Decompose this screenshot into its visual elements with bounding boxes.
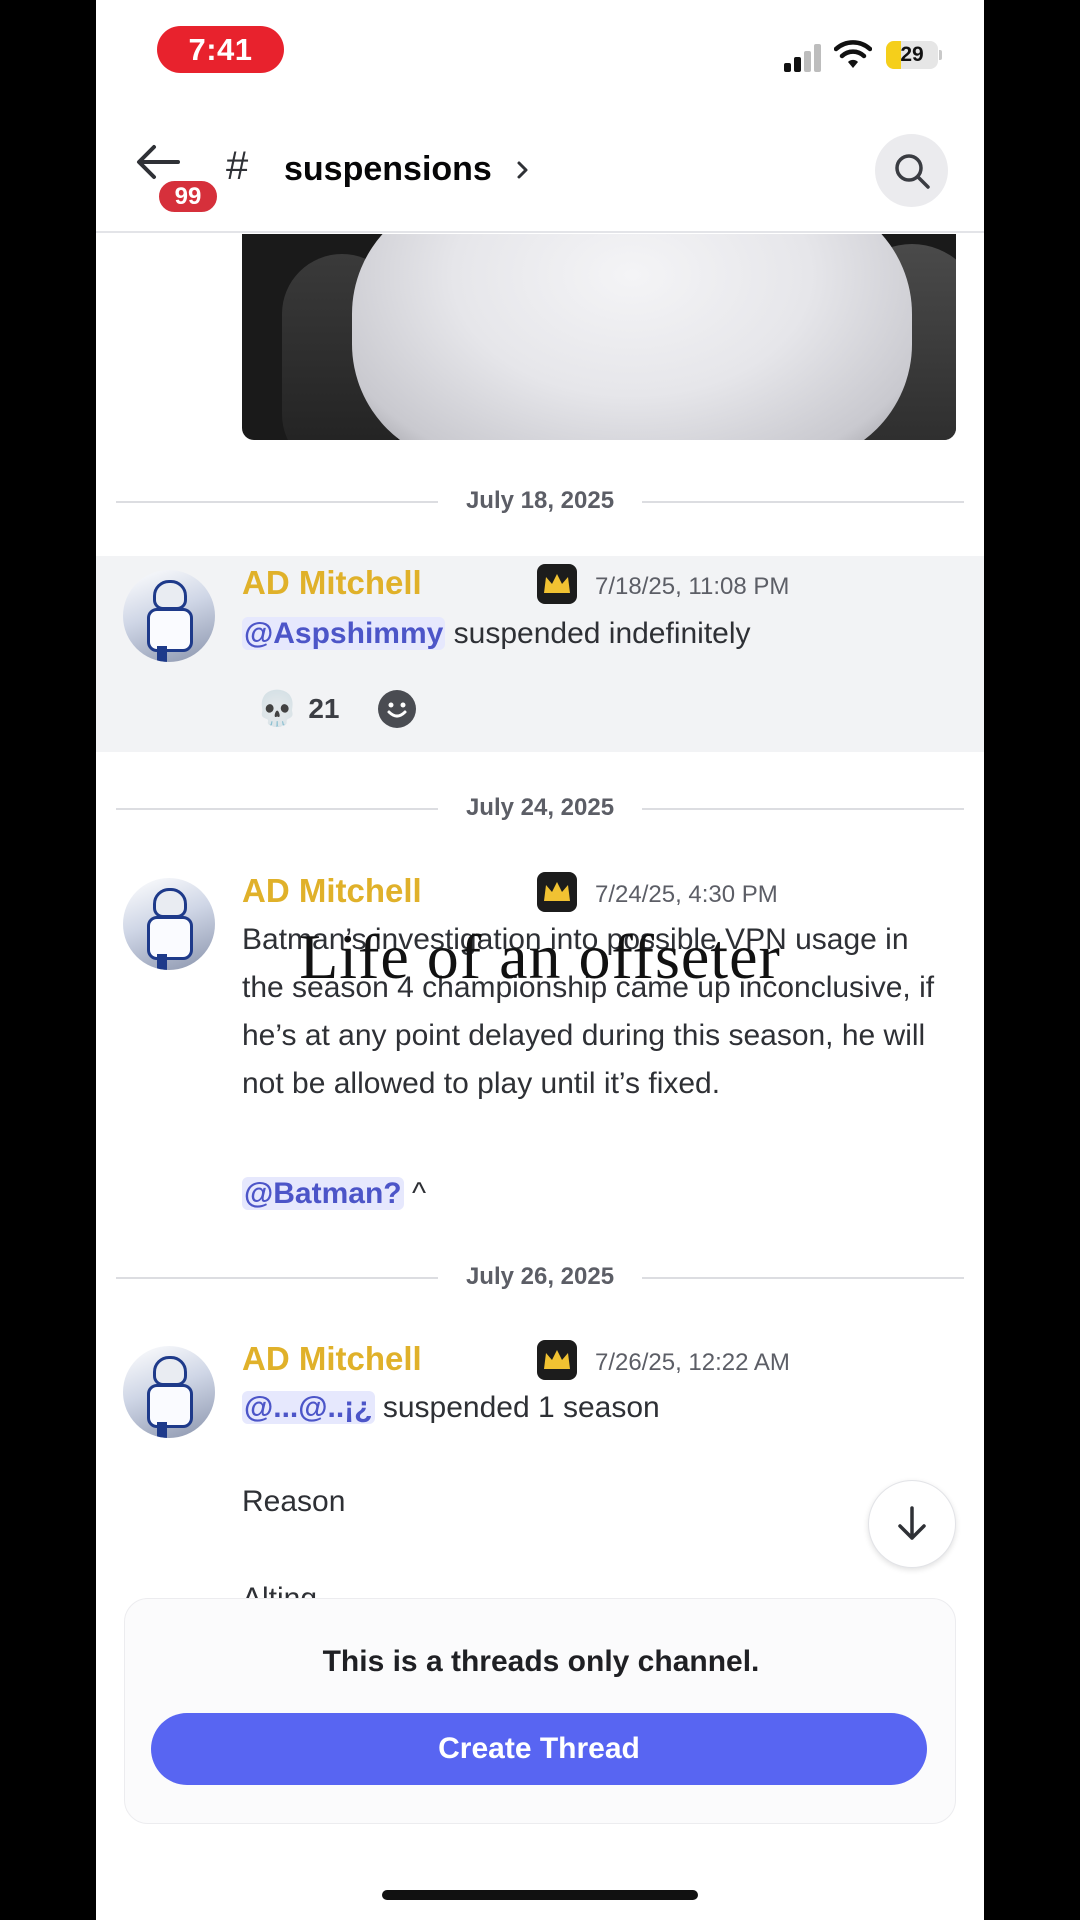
home-indicator[interactable] <box>382 1890 698 1900</box>
search-icon <box>894 153 930 189</box>
arrow-down-icon <box>898 1506 926 1540</box>
status-bar: 7:41 29 <box>96 0 984 100</box>
crown-icon <box>537 872 577 912</box>
date-divider: July 24, 2025 <box>116 793 964 823</box>
battery-icon: 29 <box>886 41 942 69</box>
author-name[interactable]: AD Mitchell <box>242 872 422 910</box>
message-item[interactable]: AD Mitchell 7/26/25, 12:22 AM @...@..¡¿ … <box>96 1334 984 1594</box>
user-mention[interactable]: @...@..¡¿ <box>242 1391 375 1424</box>
chevron-right-icon[interactable] <box>514 156 532 184</box>
create-thread-button[interactable]: Create Thread <box>151 1713 927 1785</box>
avatar[interactable] <box>123 570 215 662</box>
crown-icon <box>537 1340 577 1380</box>
threads-only-notice: This is a threads only channel. <box>322 1645 760 1678</box>
reason-label: Reason <box>242 1485 346 1518</box>
hash-icon: # <box>226 144 249 188</box>
message-text: suspended 1 season <box>374 1391 660 1424</box>
reaction-count: 21 <box>308 693 340 724</box>
channel-header: 99 # suspensions <box>96 100 984 233</box>
scroll-to-bottom-button[interactable] <box>868 1480 956 1568</box>
signal-icon <box>784 44 821 72</box>
search-button[interactable] <box>875 134 948 207</box>
wifi-icon <box>834 40 872 68</box>
user-mention[interactable]: @Batman? <box>242 1177 404 1210</box>
skull-emoji-icon: 💀 <box>256 690 299 728</box>
author-name[interactable]: AD Mitchell <box>242 1340 422 1378</box>
message-content: @Aspshimmy suspended indefinitely <box>242 610 942 658</box>
message-content: @Batman? ^ <box>242 1170 942 1218</box>
message-timestamp: 7/18/25, 11:08 PM <box>595 573 790 600</box>
author-name[interactable]: AD Mitchell <box>242 564 422 602</box>
message-content: @...@..¡¿ suspended 1 season <box>242 1384 942 1432</box>
message-timestamp: 7/24/25, 4:30 PM <box>595 881 778 908</box>
smiley-icon <box>378 690 416 728</box>
battery-level: 29 <box>900 43 924 66</box>
media-attachment[interactable] <box>242 234 956 440</box>
avatar[interactable] <box>123 1346 215 1438</box>
message-text: suspended indefinitely <box>445 617 751 650</box>
avatar[interactable] <box>123 878 215 970</box>
message-text: Batman’s investigation into possible VPN… <box>242 923 935 1100</box>
back-arrow-icon[interactable] <box>134 142 182 182</box>
crown-icon <box>537 564 577 604</box>
message-item[interactable]: AD Mitchell 7/24/25, 4:30 PM Batman’s in… <box>96 866 984 1226</box>
user-mention[interactable]: @Aspshimmy <box>242 617 446 650</box>
channel-name[interactable]: suspensions <box>284 150 492 189</box>
unread-badge: 99 <box>156 178 220 215</box>
reaction-skull[interactable]: 💀 21 <box>242 682 342 736</box>
message-suffix: ^ <box>403 1177 427 1210</box>
message-timestamp: 7/26/25, 12:22 AM <box>595 1349 790 1376</box>
add-reaction-button[interactable] <box>375 687 419 731</box>
app-screen: 7:41 29 99 # suspensions July 18, 2025 A… <box>96 0 984 1920</box>
date-divider: July 18, 2025 <box>116 486 964 516</box>
message-item[interactable]: AD Mitchell 7/18/25, 11:08 PM @Aspshimmy… <box>96 556 984 752</box>
status-time[interactable]: 7:41 <box>157 26 284 73</box>
date-divider: July 26, 2025 <box>116 1262 964 1292</box>
threads-only-panel: This is a threads only channel. Create T… <box>124 1598 956 1824</box>
